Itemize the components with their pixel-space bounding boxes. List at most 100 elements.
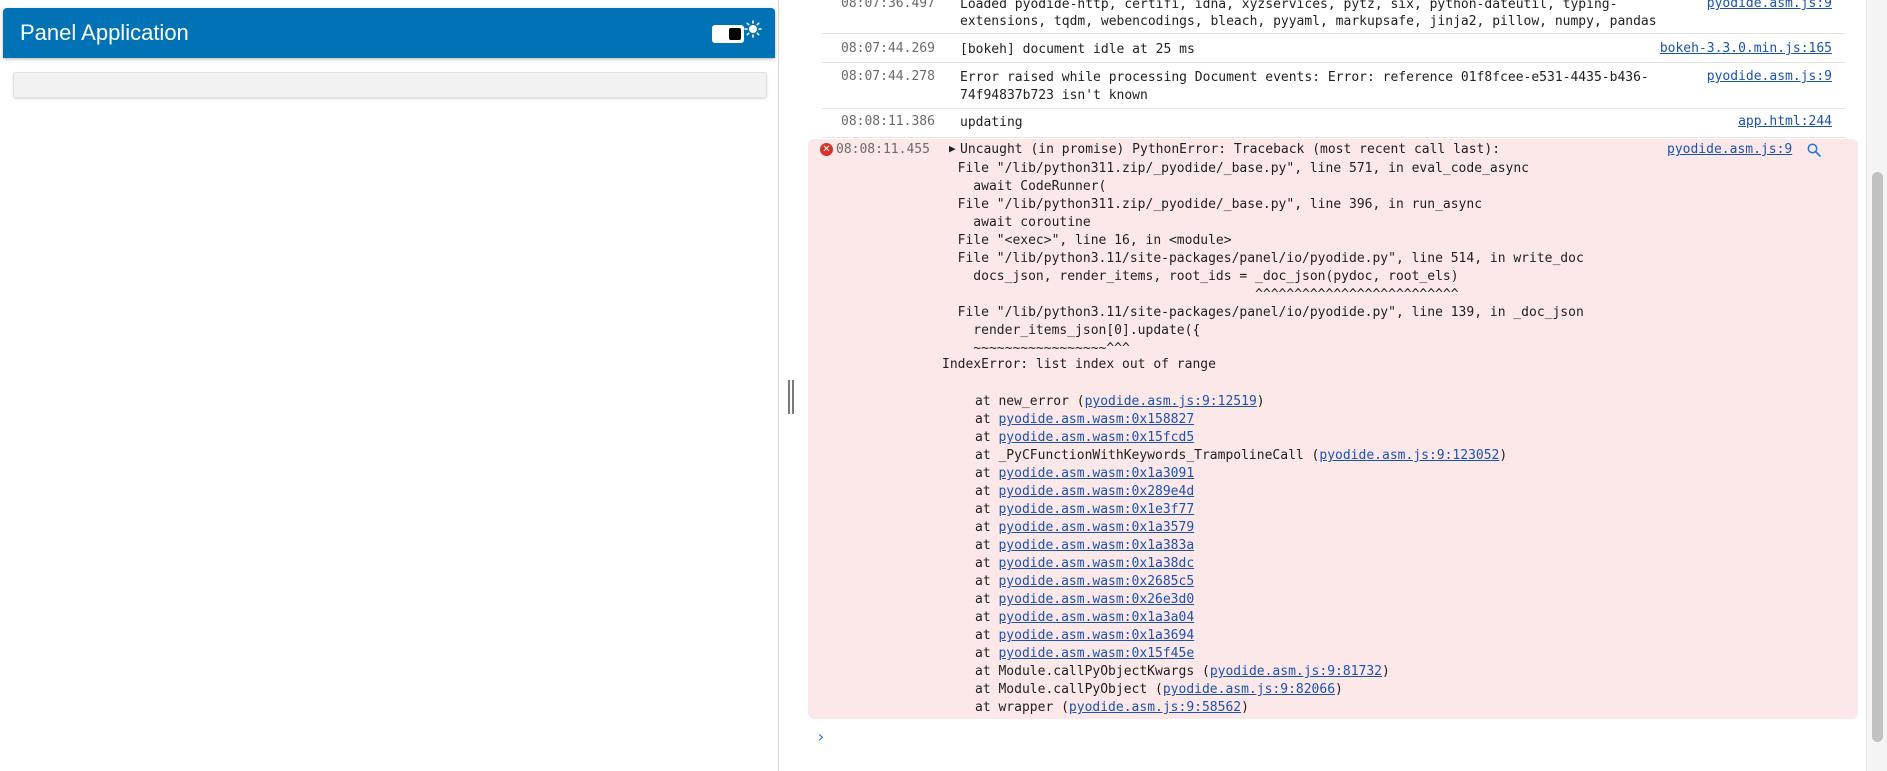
devtools-console: 08:07:36.497 Loaded pyodide-http, certif… <box>804 0 1866 771</box>
console-prompt-icon[interactable]: › <box>816 727 826 746</box>
expand-triangle-icon[interactable]: ▶ <box>949 142 956 155</box>
panel-app-pane: Panel Application <box>0 0 778 771</box>
stack-frame: at new_error (pyodide.asm.js:9:12519) <box>975 393 1265 411</box>
stack-frame-link[interactable]: pyodide.asm.wasm:0x158827 <box>998 412 1194 427</box>
stack-frame-link[interactable]: pyodide.asm.wasm:0x1a38dc <box>998 556 1194 571</box>
message-source-link[interactable]: bokeh-3.3.0.min.js:165 <box>1660 41 1832 56</box>
traceback-line: docs_json, render_items, root_ids = _doc… <box>942 269 1459 284</box>
stack-frame-link[interactable]: pyodide.asm.wasm:0x1a383a <box>998 538 1194 553</box>
message-source-link[interactable]: pyodide.asm.js:9 <box>1707 0 1832 11</box>
stack-frame-link[interactable]: pyodide.asm.wasm:0x1a3579 <box>998 520 1194 535</box>
stack-frame: at pyodide.asm.wasm:0x1a383a <box>975 537 1194 555</box>
message-text: extensions, tqdm, webencodings, bleach, … <box>960 14 1657 29</box>
search-icon[interactable] <box>1806 142 1822 158</box>
traceback-line: render_items_json[0].update({ <box>942 323 1201 338</box>
splitter-grip-icon[interactable] <box>788 380 794 414</box>
stack-frame: at Module.callPyObject (pyodide.asm.js:9… <box>975 681 1343 699</box>
stack-frame: at wrapper (pyodide.asm.js:9:58562) <box>975 699 1249 717</box>
stack-frame: at pyodide.asm.wasm:0x1a3091 <box>975 465 1194 483</box>
stack-frame-text: at <box>975 520 999 535</box>
message-text: updating <box>960 115 1023 130</box>
stack-frame-text: at <box>975 502 999 517</box>
stack-frame-text: at <box>975 484 999 499</box>
message-source-link[interactable]: pyodide.asm.js:9 <box>1707 69 1832 84</box>
stack-frame-text: at <box>975 556 999 571</box>
console-message: 08:08:11.386 updating app.html:244 <box>822 109 1846 138</box>
stack-frame-text: at <box>975 610 999 625</box>
traceback-line: File "<exec>", line 16, in <module> <box>942 233 1232 248</box>
traceback-line: File "/lib/python311.zip/_pyodide/_base.… <box>942 197 1483 212</box>
message-text: Loaded pyodide-http, certifi, idna, xyzs… <box>960 0 1618 12</box>
console-message: 08:07:44.269 [bokeh] document idle at 25… <box>822 34 1846 63</box>
stack-frame-text: at <box>975 574 999 589</box>
message-text: Error raised while processing Document e… <box>960 70 1649 85</box>
stack-frame-link[interactable]: pyodide.asm.js:9:123052 <box>1319 448 1499 463</box>
message-text: 74f94837b723 isn't known <box>960 88 1148 103</box>
stack-frame-text: at new_error ( <box>975 394 1085 409</box>
stack-frame: at pyodide.asm.wasm:0x158827 <box>975 411 1194 429</box>
stack-frame-text: at <box>975 466 999 481</box>
theme-toggle[interactable] <box>712 25 744 43</box>
exception-line: IndexError: list index out of range <box>942 357 1216 372</box>
stack-frame: at pyodide.asm.wasm:0x15fcd5 <box>975 429 1194 447</box>
stack-frame: at pyodide.asm.wasm:0x2685c5 <box>975 573 1194 591</box>
stack-frame-text: at <box>975 592 999 607</box>
stack-frame-text: ) <box>1499 448 1508 463</box>
stack-frame-text: at Module.callPyObject ( <box>975 682 1163 697</box>
stack-frame: at pyodide.asm.wasm:0x1a3694 <box>975 627 1194 645</box>
stack-frame-text: at wrapper ( <box>975 700 1069 715</box>
message-timestamp: 08:07:44.278 <box>841 69 935 84</box>
stack-frame-text: at <box>975 430 999 445</box>
error-title[interactable]: Uncaught (in promise) PythonError: Trace… <box>960 142 1500 157</box>
stack-frame-text: at <box>975 412 999 427</box>
stack-frame: at _PyCFunctionWithKeywords_TrampolineCa… <box>975 447 1507 465</box>
stack-frame: at pyodide.asm.wasm:0x15f45e <box>975 645 1194 663</box>
stack-frame-link[interactable]: pyodide.asm.js:9:12519 <box>1085 394 1257 409</box>
pane-splitter[interactable] <box>778 0 804 771</box>
stack-frame-link[interactable]: pyodide.asm.wasm:0x1a3091 <box>998 466 1194 481</box>
stack-frame-text: at _PyCFunctionWithKeywords_TrampolineCa… <box>975 448 1320 463</box>
toggle-knob <box>729 28 741 40</box>
stack-frame: at pyodide.asm.wasm:0x1a3579 <box>975 519 1194 537</box>
console-message: 08:07:36.497 Loaded pyodide-http, certif… <box>822 0 1846 34</box>
stack-frame-text: at <box>975 538 999 553</box>
stack-frame-link[interactable]: pyodide.asm.js:9:81732 <box>1210 664 1382 679</box>
stack-frame-link[interactable]: pyodide.asm.wasm:0x26e3d0 <box>998 592 1194 607</box>
stack-frame-link[interactable]: pyodide.asm.wasm:0x1a3694 <box>998 628 1194 643</box>
message-timestamp: 08:07:36.497 <box>841 0 935 11</box>
stack-frame-link[interactable]: pyodide.asm.wasm:0x1e3f77 <box>998 502 1194 517</box>
stack-frame-link[interactable]: pyodide.asm.wasm:0x15f45e <box>998 646 1194 661</box>
console-message: 08:07:44.278 Error raised while processi… <box>822 63 1846 109</box>
app-card <box>13 72 767 98</box>
stack-frame-link[interactable]: pyodide.asm.wasm:0x15fcd5 <box>998 430 1194 445</box>
message-text: [bokeh] document idle at 25 ms <box>960 42 1195 57</box>
stack-frame-text: ) <box>1382 664 1390 679</box>
error-timestamp: 08:08:11.455 <box>836 142 930 157</box>
stack-frame: at Module.callPyObjectKwargs (pyodide.as… <box>975 663 1390 681</box>
traceback-line: await CodeRunner( <box>942 179 1107 194</box>
stack-frame: at pyodide.asm.wasm:0x1a3a04 <box>975 609 1194 627</box>
traceback-line: File "/lib/python311.zip/_pyodide/_base.… <box>942 161 1529 176</box>
stack-frame-link[interactable]: pyodide.asm.js:9:58562 <box>1069 700 1241 715</box>
traceback-line: ^^^^^^^^^^^^^^^^^^^^^^^^^^ <box>942 287 1459 302</box>
app-title: Panel Application <box>20 20 189 45</box>
message-source-link[interactable]: app.html:244 <box>1738 114 1832 129</box>
sun-icon[interactable] <box>744 20 762 38</box>
scrollbar-thumb[interactable] <box>1872 172 1883 742</box>
stack-frame-link[interactable]: pyodide.asm.wasm:0x289e4d <box>998 484 1194 499</box>
stack-frame-link[interactable]: pyodide.asm.wasm:0x1a3a04 <box>998 610 1194 625</box>
stack-frame-text: ) <box>1335 682 1343 697</box>
traceback-line: File "/lib/python3.11/site-packages/pane… <box>942 305 1584 320</box>
traceback-line: File "/lib/python3.11/site-packages/pane… <box>942 251 1584 266</box>
app-header: Panel Application <box>3 8 775 58</box>
error-source-link[interactable]: pyodide.asm.js:9 <box>1667 142 1792 157</box>
message-timestamp: 08:07:44.269 <box>841 41 935 56</box>
stack-frame-link[interactable]: pyodide.asm.wasm:0x2685c5 <box>998 574 1194 589</box>
stack-frame: at pyodide.asm.wasm:0x1a38dc <box>975 555 1194 573</box>
console-scrollbar[interactable] <box>1866 0 1887 771</box>
message-timestamp: 08:08:11.386 <box>841 114 935 129</box>
stack-frame-text: at <box>975 628 999 643</box>
stack-frame-text: ) <box>1256 394 1265 409</box>
stack-frame: at pyodide.asm.wasm:0x289e4d <box>975 483 1194 501</box>
stack-frame-link[interactable]: pyodide.asm.js:9:82066 <box>1163 682 1335 697</box>
